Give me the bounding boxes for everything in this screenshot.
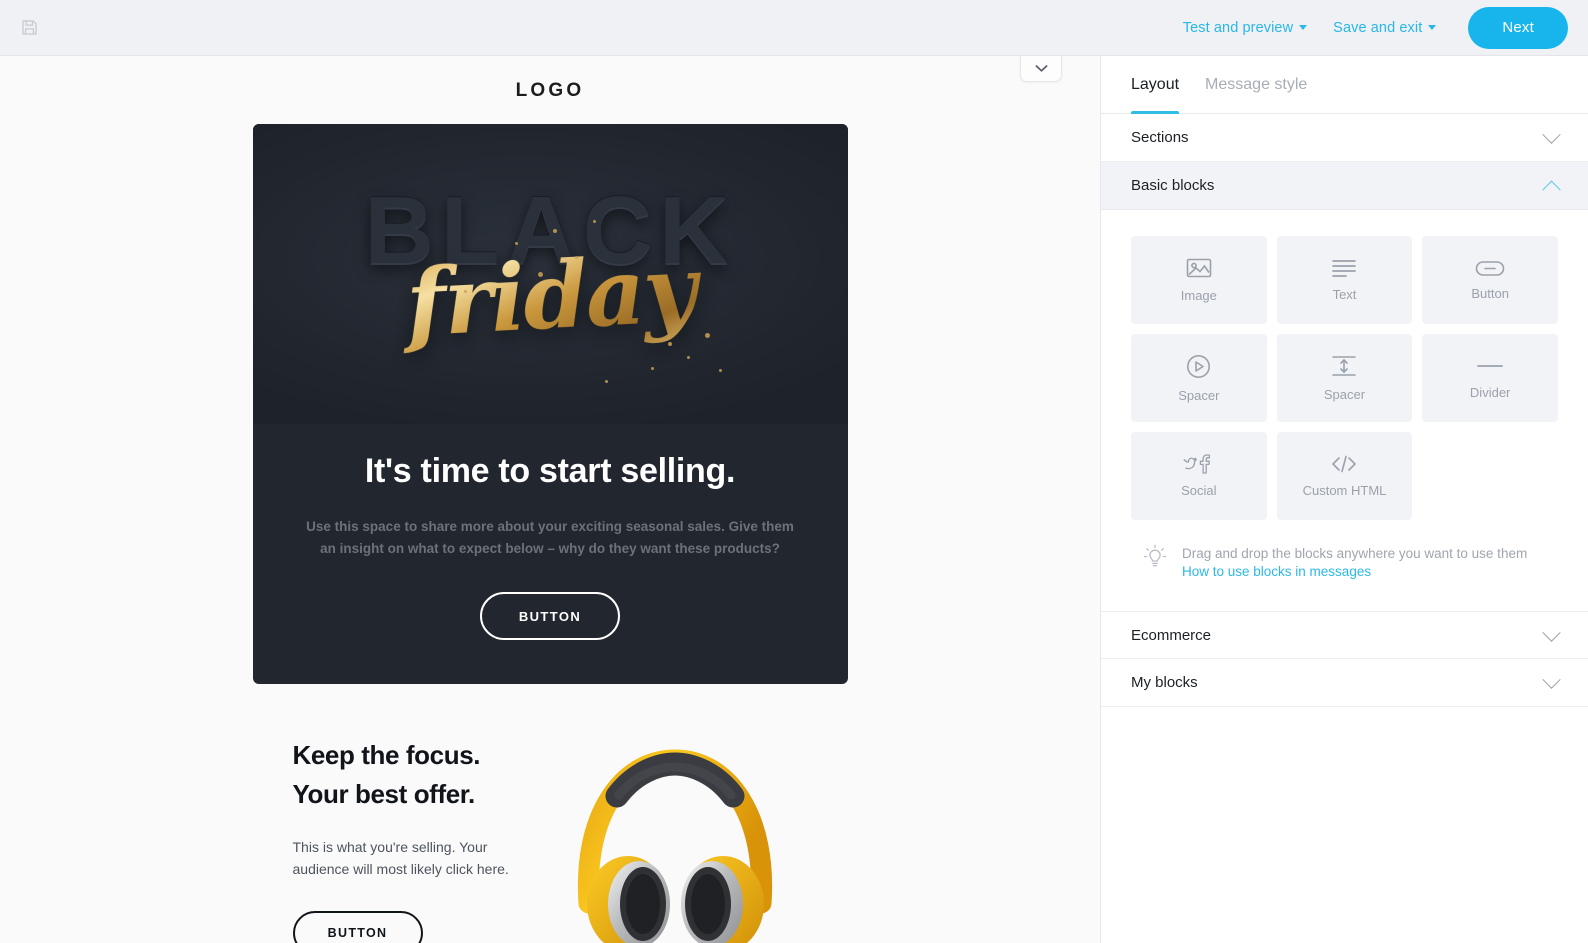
next-button[interactable]: Next [1468, 6, 1568, 49]
email-editor-app: Test and preview Save and exit Next LOGO… [0, 0, 1588, 943]
block-image[interactable]: Image [1131, 236, 1267, 324]
gold-speck [667, 342, 672, 346]
offer-image-column [543, 732, 808, 943]
block-custom-html-label: Custom HTML [1302, 483, 1387, 498]
right-panel: Layout Message style Sections Basic bloc… [1100, 56, 1588, 943]
basic-blocks-content: Image Text Button Spacer Spacer Divider … [1101, 210, 1588, 611]
gold-speck [552, 229, 557, 233]
save-and-exit-menu[interactable]: Save and exit [1333, 19, 1437, 36]
email-logo-block[interactable]: LOGO [252, 56, 848, 124]
block-text[interactable]: Text [1276, 236, 1413, 324]
how-to-use-blocks-link[interactable]: How to use blocks in messages [1182, 564, 1527, 579]
gold-speck [514, 242, 518, 245]
block-video[interactable]: Spacer [1131, 334, 1267, 422]
toolbar-actions: Test and preview Save and exit Next [1182, 6, 1568, 49]
accordion-basic-blocks-label: Basic blocks [1131, 177, 1215, 194]
hero-button[interactable]: BUTTON [480, 592, 620, 640]
offer-heading-line2: Your best offer. [292, 779, 476, 809]
chevron-down-icon [1542, 125, 1561, 144]
block-divider-label: Divider [1469, 385, 1511, 400]
tab-layout[interactable]: Layout [1131, 56, 1180, 114]
block-divider[interactable]: Divider [1422, 334, 1558, 422]
canvas-scroll-area[interactable]: LOGO BLACK friday It's time to start sel… [0, 56, 1100, 943]
save-and-exit-label: Save and exit [1333, 19, 1423, 36]
accordion-sections[interactable]: Sections [1101, 114, 1588, 162]
block-spacer[interactable]: Spacer [1276, 334, 1413, 422]
offer-text-column: Keep the focus. Your best offer. This is… [292, 732, 543, 943]
gold-speck [592, 220, 596, 223]
play-circle-icon [1187, 354, 1211, 378]
gold-speck [718, 369, 722, 372]
lightbulb-icon [1143, 544, 1167, 567]
collapse-panel-toggle[interactable] [1020, 56, 1062, 82]
text-lines-icon [1332, 260, 1357, 277]
blocks-hint-text-wrap: Drag and drop the blocks anywhere you wa… [1182, 544, 1527, 579]
gold-speck [537, 272, 543, 277]
chevron-down-icon [1428, 25, 1437, 30]
accordion-ecommerce-label: Ecommerce [1131, 626, 1212, 644]
editor-body: LOGO BLACK friday It's time to start sel… [0, 56, 1588, 943]
button-pill-icon [1475, 260, 1505, 276]
gold-speck [650, 367, 654, 370]
gold-speck [704, 333, 710, 338]
hero-subtext: Use this space to share more about your … [306, 519, 794, 556]
block-spacer-label: Spacer [1323, 387, 1366, 402]
twitter-facebook-icon [1183, 454, 1210, 474]
blocks-bottom-spacer [1131, 579, 1558, 611]
gold-speck [686, 356, 690, 359]
tab-message-style[interactable]: Message style [1205, 56, 1307, 113]
gold-speck [604, 380, 608, 383]
gold-speck [463, 290, 467, 293]
email-content: LOGO BLACK friday It's time to start sel… [252, 56, 848, 943]
block-button-label: Button [1471, 285, 1509, 301]
offer-heading-line1: Keep the focus. [292, 740, 481, 770]
test-and-preview-label: Test and preview [1182, 19, 1294, 36]
offer-button[interactable]: BUTTON [292, 911, 423, 943]
vertical-arrow-spacer-icon [1332, 356, 1357, 376]
image-icon [1186, 258, 1212, 278]
horizontal-line-icon [1477, 365, 1504, 367]
code-brackets-icon [1332, 455, 1357, 473]
blocks-hint-text: Drag and drop the blocks anywhere you wa… [1182, 546, 1528, 561]
gold-speck [574, 256, 578, 259]
block-social-label: Social [1181, 483, 1217, 498]
chevron-down-icon [1542, 622, 1561, 642]
accordion-my-blocks-label: My blocks [1131, 674, 1198, 691]
black-friday-image: BLACK friday [252, 124, 848, 424]
hero-heading: It's time to start selling. [364, 452, 736, 490]
top-toolbar: Test and preview Save and exit Next [0, 0, 1588, 56]
save-icon[interactable] [14, 13, 44, 43]
blocks-grid: Image Text Button Spacer Spacer Divider … [1131, 236, 1558, 520]
panel-tabs: Layout Message style [1101, 56, 1588, 114]
email-canvas[interactable]: LOGO BLACK friday It's time to start sel… [0, 56, 1100, 943]
accordion-basic-blocks[interactable]: Basic blocks [1101, 162, 1588, 210]
chevron-down-icon [1299, 25, 1308, 30]
accordion-my-blocks[interactable]: My blocks [1101, 659, 1588, 707]
block-grid-empty-cell [1422, 432, 1558, 520]
block-video-label: Spacer [1178, 387, 1220, 403]
offer-block[interactable]: Keep the focus. Your best offer. This is… [252, 684, 848, 943]
logo-text: LOGO [515, 80, 585, 101]
offer-body-text: This is what you're selling. Your audien… [292, 839, 509, 877]
chevron-down-icon [1035, 65, 1047, 72]
chevron-up-icon [1542, 180, 1561, 199]
chevron-down-icon [1542, 670, 1561, 689]
block-image-label: Image [1180, 288, 1217, 303]
blocks-hint: Drag and drop the blocks anywhere you wa… [1131, 520, 1558, 579]
block-custom-html[interactable]: Custom HTML [1276, 432, 1413, 520]
block-social[interactable]: Social [1131, 432, 1267, 520]
accordion-sections-label: Sections [1131, 129, 1189, 146]
block-button[interactable]: Button [1422, 236, 1558, 324]
block-text-label: Text [1332, 287, 1357, 302]
yellow-headphones-image [577, 749, 772, 943]
accordion-ecommerce[interactable]: Ecommerce [1101, 611, 1588, 659]
hero-block[interactable]: BLACK friday It's time to start selling.… [252, 124, 848, 684]
test-and-preview-menu[interactable]: Test and preview [1182, 19, 1308, 36]
